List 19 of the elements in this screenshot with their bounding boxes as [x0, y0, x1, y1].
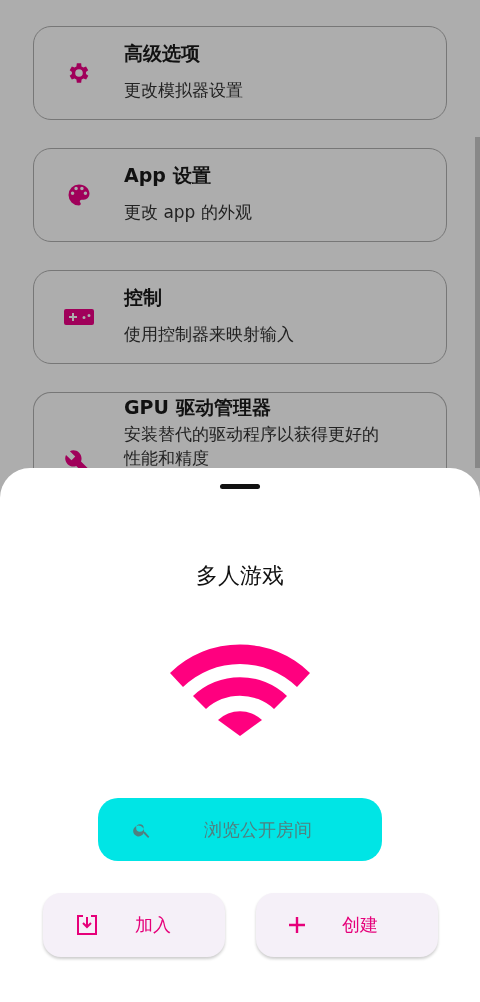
- settings-card[interactable]: 高级选项 更改模拟器设置: [33, 26, 447, 120]
- card-subtitle: 安装替代的驱动程序以获得更好的性能和精度: [124, 423, 380, 470]
- card-title: App 设置: [124, 163, 212, 188]
- card-subtitle: 更改 app 的外观: [124, 201, 252, 224]
- scrollbar[interactable]: [475, 137, 480, 468]
- card-subtitle: 更改模拟器设置: [124, 79, 243, 102]
- sheet-title: 多人游戏: [196, 562, 284, 590]
- settings-card[interactable]: 控制 使用控制器来映射输入: [33, 270, 447, 364]
- settings-card[interactable]: App 设置 更改 app 的外观: [33, 148, 447, 242]
- card-title: 高级选项: [124, 41, 201, 66]
- plus-icon: [288, 917, 305, 933]
- card-subtitle: 使用控制器来映射输入: [124, 323, 294, 346]
- create-button[interactable]: 创建: [255, 893, 438, 957]
- card-title: GPU 驱动管理器: [124, 395, 272, 420]
- join-button[interactable]: 加入: [42, 893, 225, 957]
- card-title: 控制: [124, 285, 163, 310]
- drag-handle[interactable]: [220, 484, 260, 489]
- gamepad-icon: [64, 309, 94, 325]
- download-tray-icon: [75, 914, 98, 936]
